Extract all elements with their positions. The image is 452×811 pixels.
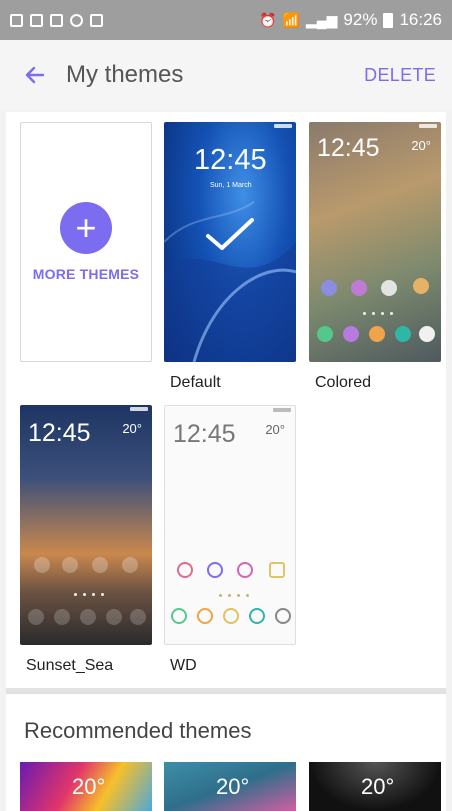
- mini-status-bar: [273, 408, 291, 412]
- store-app-icon: [269, 562, 285, 578]
- theme-name-default: Default: [170, 374, 221, 391]
- messages-app-icon: [80, 609, 96, 625]
- wifi-icon: 📶: [282, 11, 300, 28]
- recommended-section: Recommended themes 20° 20° 20°: [6, 694, 446, 811]
- theme-weather: 20°: [216, 774, 250, 799]
- page-indicator: [363, 312, 393, 316]
- theme-weather: 20°: [72, 774, 106, 799]
- email-app-icon: [177, 562, 193, 578]
- theme-weather: 20°: [265, 422, 285, 437]
- theme-weather: 20°: [361, 774, 395, 799]
- camera-app-icon: [62, 557, 78, 573]
- applied-check-icon: [206, 218, 254, 250]
- email-app-icon: [34, 557, 50, 573]
- apps-icon: [275, 608, 291, 624]
- phone-app-icon: [317, 326, 333, 342]
- gallery-app-icon: [237, 562, 253, 578]
- recommended-title: Recommended themes: [24, 718, 252, 743]
- theme-date: Sun, 1 March: [210, 182, 252, 189]
- page-indicator: [74, 593, 104, 597]
- signal-icon: ▂▄▆: [305, 11, 338, 28]
- arrow-left-icon: [25, 66, 45, 84]
- app-bar: My themes DELETE: [0, 40, 452, 110]
- mini-status-bar: [419, 124, 437, 128]
- phone-app-icon: [28, 609, 44, 625]
- theme-thumbnail-colored[interactable]: 12:45 20°: [309, 122, 441, 362]
- system-icons: ⏰ 📶 ▂▄▆ 92% 16:26: [259, 10, 442, 30]
- image-notification-icon: [10, 13, 23, 27]
- more-themes-label: MORE THEMES: [32, 266, 140, 282]
- contacts-app-icon: [197, 608, 213, 624]
- theme-name-sunset-sea: Sunset_Sea: [26, 657, 114, 674]
- apps-icon: [130, 609, 146, 625]
- internet-app-icon: [249, 608, 265, 624]
- plus-icon: +: [60, 202, 112, 254]
- theme-name-colored: Colored: [315, 374, 372, 391]
- notification-icons: [10, 13, 103, 27]
- contacts-app-icon: [54, 609, 70, 625]
- more-themes-button[interactable]: + MORE THEMES: [20, 122, 152, 362]
- theme-name-wd: WD: [170, 657, 197, 674]
- mini-status-bar: [130, 407, 148, 411]
- email-app-icon: [321, 280, 337, 296]
- battery-percent: 92%: [343, 10, 378, 29]
- theme-clock: 12:45: [28, 419, 91, 447]
- recommended-theme-thumbnail[interactable]: 20°: [164, 762, 296, 811]
- recommended-theme-thumbnail[interactable]: 20°: [20, 762, 152, 811]
- back-button[interactable]: [22, 62, 48, 88]
- theme-clock: 12:45: [317, 134, 380, 162]
- screen-notification-icon: [90, 13, 103, 27]
- theme-clock: 12:45: [194, 144, 267, 176]
- theme-clock: 12:45: [173, 420, 236, 448]
- internet-app-icon: [395, 326, 411, 342]
- gallery-app-icon: [92, 557, 108, 573]
- recommended-theme-thumbnail[interactable]: 20°: [309, 762, 441, 811]
- store-app-icon: [413, 278, 429, 294]
- gallery-app-icon: [381, 280, 397, 296]
- messages-app-icon: [369, 326, 385, 342]
- clock-time: 16:26: [399, 10, 442, 29]
- theme-thumbnail-wd[interactable]: 12:45 20°: [164, 405, 296, 645]
- alarm-icon: ⏰: [259, 11, 277, 28]
- download-notification-icon: [30, 13, 43, 27]
- theme-weather: 20°: [411, 138, 431, 153]
- apps-icon: [419, 326, 435, 342]
- page-indicator: [219, 594, 249, 598]
- sim-notification-icon: [50, 13, 63, 27]
- camera-app-icon: [207, 562, 223, 578]
- theme-thumbnail-default[interactable]: 12:45 Sun, 1 March: [164, 122, 296, 362]
- contacts-app-icon: [343, 326, 359, 342]
- store-app-icon: [122, 557, 138, 573]
- page-title: My themes: [66, 61, 184, 88]
- phone-app-icon: [171, 608, 187, 624]
- theme-weather: 20°: [122, 421, 142, 436]
- internet-app-icon: [106, 609, 122, 625]
- delete-button[interactable]: DELETE: [364, 65, 436, 86]
- status-bar: ⏰ 📶 ▂▄▆ 92% 16:26: [0, 0, 452, 40]
- battery-icon: [383, 12, 394, 28]
- mini-status-bar: [274, 124, 292, 128]
- cloud-notification-icon: [70, 13, 83, 27]
- camera-app-icon: [351, 280, 367, 296]
- messages-app-icon: [223, 608, 239, 624]
- my-themes-grid: + MORE THEMES 12:45 Sun, 1 March Default…: [6, 112, 446, 688]
- theme-thumbnail-sunset-sea[interactable]: 12:45 20°: [20, 405, 152, 645]
